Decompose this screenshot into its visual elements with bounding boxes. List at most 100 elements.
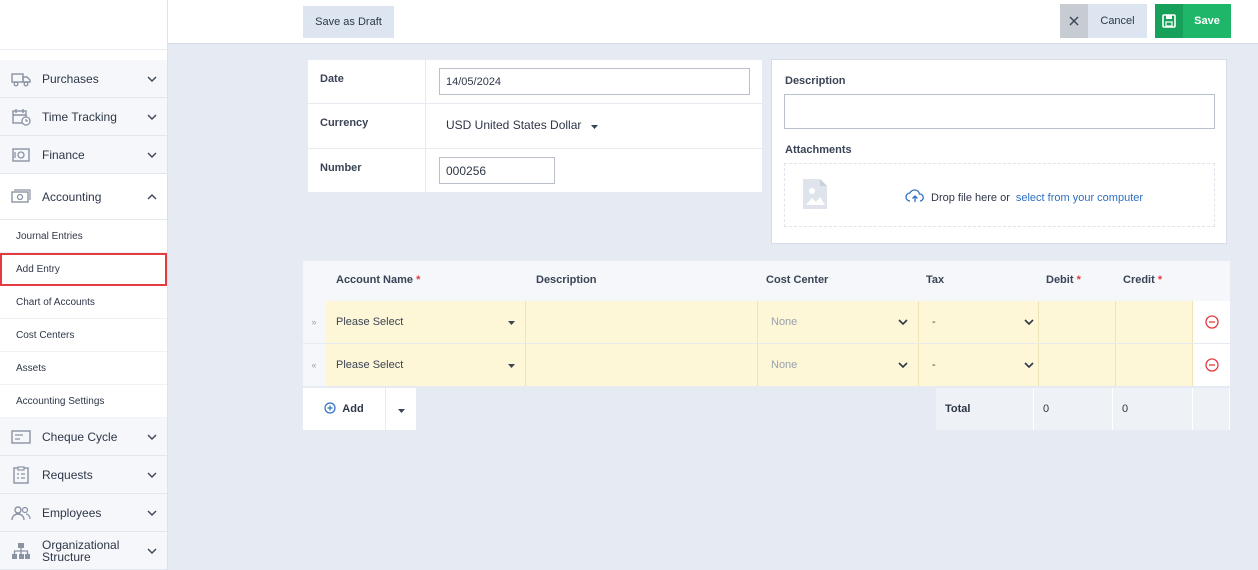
truck-icon: [0, 71, 42, 87]
sidebar-item-label: Accounting: [42, 189, 102, 204]
header-description: Description: [536, 274, 597, 286]
add-options-dropdown[interactable]: [385, 388, 416, 430]
debit-cell[interactable]: [1039, 301, 1116, 343]
date-label: Date: [308, 60, 426, 103]
file-dropzone[interactable]: Drop file here or select from your compu…: [784, 163, 1215, 227]
plus-circle-icon: [324, 401, 336, 417]
description-label: Description: [785, 75, 846, 87]
chevron-down-icon: [137, 76, 167, 82]
save-as-draft-button[interactable]: Save as Draft: [303, 6, 394, 38]
close-icon[interactable]: [1060, 4, 1088, 38]
remove-row-icon[interactable]: [1193, 301, 1230, 343]
sidebar-subitem-add-entry[interactable]: Add Entry: [0, 253, 167, 286]
sidebar-item-finance[interactable]: Finance: [0, 136, 167, 174]
chevron-down-icon: [137, 434, 167, 440]
chevron-down-icon: [1024, 316, 1034, 328]
table-header: Account Name * Description Cost Center T…: [303, 261, 1230, 301]
sidebar-subitem-accounting-settings[interactable]: Accounting Settings: [0, 385, 167, 418]
dropzone-text: Drop file here or select from your compu…: [905, 189, 1143, 206]
sidebar-item-accounting[interactable]: Accounting: [0, 174, 167, 220]
description-cell[interactable]: [526, 301, 758, 343]
header-credit: Credit *: [1123, 274, 1163, 286]
caret-down-icon: [508, 359, 515, 371]
sidebar-item-cheque-cycle[interactable]: Cheque Cycle: [0, 418, 167, 456]
chevron-up-icon: [137, 193, 167, 200]
sidebar-item-time-tracking[interactable]: Time Tracking: [0, 98, 167, 136]
number-field[interactable]: 000256: [439, 157, 555, 184]
remove-row-icon[interactable]: [1193, 344, 1230, 386]
description-field[interactable]: [784, 94, 1215, 129]
save-button[interactable]: Save: [1183, 4, 1231, 38]
table-row: » Please Select None -: [303, 301, 1230, 344]
tax-value: -: [932, 316, 936, 328]
credit-cell[interactable]: [1116, 344, 1193, 386]
org-chart-icon: [0, 542, 42, 560]
sidebar-header: [0, 0, 167, 50]
chevron-down-icon: [137, 152, 167, 158]
caret-down-icon: [397, 402, 405, 416]
sidebar-item-label: Cheque Cycle: [42, 429, 118, 444]
total-label: Total: [936, 388, 1034, 430]
date-field[interactable]: 14/05/2024: [439, 68, 750, 95]
sidebar-item-employees[interactable]: Employees: [0, 494, 167, 532]
account-select[interactable]: Please Select: [325, 301, 526, 343]
chevron-down-icon: [137, 472, 167, 478]
credit-cell[interactable]: [1116, 301, 1193, 343]
entry-form: Date 14/05/2024 Currency USD United Stat…: [308, 60, 762, 192]
sidebar-item-label: Time Tracking: [42, 109, 117, 124]
floppy-disk-icon[interactable]: [1155, 4, 1183, 38]
sidebar-subitem-journal-entries[interactable]: Journal Entries: [0, 220, 167, 253]
sidebar-item-requests[interactable]: Requests: [0, 456, 167, 494]
add-row-button[interactable]: Add: [303, 388, 385, 430]
tax-select[interactable]: -: [919, 301, 1039, 343]
sidebar-item-label: Requests: [42, 467, 93, 482]
file-image-icon: [801, 177, 829, 214]
header-debit: Debit *: [1046, 274, 1081, 286]
chevron-down-icon: [898, 316, 908, 328]
chevron-down-icon: [137, 114, 167, 120]
sidebar-item-organizational-structure[interactable]: Organizational Structure: [0, 532, 167, 570]
sidebar-item-label: Employees: [42, 505, 102, 520]
money-icon: [0, 188, 42, 205]
caret-down-icon: [591, 118, 599, 132]
cost-center-select[interactable]: None: [758, 301, 919, 343]
safe-icon: [0, 147, 42, 163]
currency-select[interactable]: USD United States Dollar: [446, 118, 599, 132]
account-select[interactable]: Please Select: [325, 344, 526, 386]
cost-center-select[interactable]: None: [758, 344, 919, 386]
debit-cell[interactable]: [1039, 344, 1116, 386]
currency-value: USD United States Dollar: [446, 118, 582, 132]
cancel-button[interactable]: Cancel: [1088, 4, 1147, 38]
cheque-icon: [0, 429, 42, 444]
sidebar-item-label: Purchases: [42, 71, 99, 86]
dropzone-instruction: Drop file here or: [931, 191, 1010, 204]
move-up-icon[interactable]: «: [303, 344, 325, 386]
number-label: Number: [308, 149, 426, 192]
cloud-upload-icon: [905, 189, 925, 206]
header-tax: Tax: [926, 274, 945, 286]
tax-select[interactable]: -: [919, 344, 1039, 386]
clipboard-icon: [0, 465, 42, 484]
users-icon: [0, 505, 42, 521]
attachments-label: Attachments: [785, 144, 852, 156]
toolbar: Save as Draft Cancel Save: [168, 0, 1258, 44]
cost-center-value: None: [771, 316, 798, 328]
header-account-name: Account Name *: [336, 274, 421, 286]
chevron-down-icon: [137, 548, 167, 554]
sidebar-subitem-cost-centers[interactable]: Cost Centers: [0, 319, 167, 352]
caret-down-icon: [508, 316, 515, 328]
cost-center-value: None: [771, 359, 798, 371]
description-cell[interactable]: [526, 344, 758, 386]
header-cost-center: Cost Center: [766, 274, 829, 286]
currency-label: Currency: [308, 104, 426, 148]
total-debit: 0: [1034, 388, 1113, 430]
calendar-clock-icon: [0, 108, 42, 126]
account-select-value: Please Select: [336, 316, 404, 328]
add-label: Add: [342, 403, 364, 415]
move-down-icon[interactable]: »: [303, 301, 325, 343]
sidebar-item-purchases[interactable]: Purchases: [0, 60, 167, 98]
sidebar-subitem-assets[interactable]: Assets: [0, 352, 167, 385]
sidebar-subitem-chart-of-accounts[interactable]: Chart of Accounts: [0, 286, 167, 319]
select-file-link[interactable]: select from your computer: [1016, 192, 1143, 204]
chevron-down-icon: [137, 510, 167, 516]
